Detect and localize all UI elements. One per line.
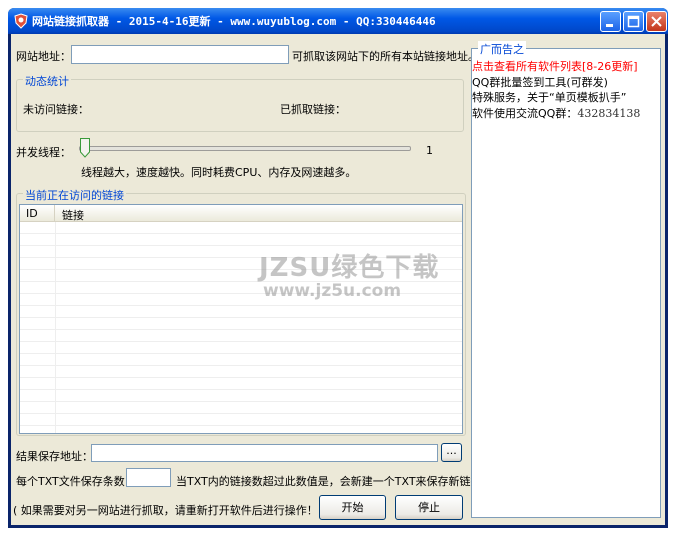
list-row	[20, 402, 462, 414]
url-label: 网站地址：	[16, 50, 71, 63]
column-divider	[55, 306, 56, 318]
column-divider	[55, 270, 56, 282]
browse-button[interactable]: ...	[441, 443, 462, 462]
column-header-link[interactable]: 链接	[56, 205, 462, 222]
watermark-title: JZSU绿色下载	[259, 253, 440, 283]
column-divider	[55, 390, 56, 402]
ad-qq-line: 软件使用交流QQ群：432834138	[472, 105, 640, 121]
stats-group: 动态统计 未访问链接： 已抓取链接：	[16, 73, 464, 132]
column-header-id[interactable]: ID	[20, 205, 55, 221]
ad-link-3[interactable]: 特殊服务，关于“单页模板扒手”	[472, 89, 626, 105]
ad-link-2[interactable]: QQ群批量签到工具(可群发)	[472, 74, 608, 90]
column-divider	[55, 318, 56, 330]
column-divider	[55, 402, 56, 414]
stats-legend: 动态统计	[23, 73, 71, 89]
list-row	[20, 234, 462, 246]
url-input[interactable]	[71, 45, 289, 64]
list-row	[20, 426, 462, 433]
client-area: 网站地址： 可抓取该网站下的所有本站链接地址。 动态统计 未访问链接： 已抓取链…	[11, 34, 665, 525]
column-divider	[55, 426, 56, 433]
column-divider	[55, 234, 56, 246]
slider-track	[79, 146, 411, 151]
app-shield-icon	[14, 13, 28, 29]
column-divider	[55, 330, 56, 342]
column-divider	[55, 354, 56, 366]
column-divider	[55, 282, 56, 294]
threads-label: 并发线程：	[16, 146, 71, 159]
threads-note: 线程越大，速度越快。同时耗费CPU、内存及网速越多。	[81, 166, 357, 179]
slider-thumb[interactable]	[80, 138, 90, 158]
start-button[interactable]: 开始	[319, 495, 386, 520]
threads-slider[interactable]	[79, 137, 411, 159]
close-icon	[651, 16, 662, 27]
column-divider	[55, 414, 56, 426]
ad-qq-label: 软件使用交流QQ群：	[472, 107, 578, 120]
footer-note: ( 如果需要对另一网站进行抓取，请重新打开软件后进行操作！ )	[13, 504, 326, 517]
current-links-legend: 当前正在访问的链接	[23, 187, 126, 203]
title-bar[interactable]: 网站链接抓取器 - 2015-4-16更新 - www.wuyublog.com…	[8, 8, 668, 34]
list-row	[20, 390, 462, 402]
column-divider	[55, 378, 56, 390]
txt-count-note: 当TXT内的链接数超过此数值是，会新建一个TXT来保存新链接。	[176, 475, 493, 488]
txt-count-input[interactable]	[126, 468, 171, 487]
column-divider	[55, 366, 56, 378]
ad-link-1[interactable]: 点击查看所有软件列表[8-26更新]	[472, 58, 638, 74]
stop-button[interactable]: 停止	[395, 495, 463, 520]
list-row	[20, 306, 462, 318]
unvisited-label: 未访问链接：	[23, 103, 89, 116]
threads-value: 1	[426, 144, 433, 157]
ad-panel: 广而告之 点击查看所有软件列表[8-26更新] QQ群批量签到工具(可群发) 特殊服…	[471, 41, 661, 518]
list-row	[20, 318, 462, 330]
list-row	[20, 378, 462, 390]
list-row	[20, 366, 462, 378]
list-row	[20, 222, 462, 234]
column-divider	[55, 342, 56, 354]
column-divider	[55, 246, 56, 258]
close-button[interactable]	[646, 11, 667, 32]
ad-qq-number: 432834138	[577, 107, 641, 120]
listview-header: ID 链接	[20, 205, 462, 222]
list-row	[20, 354, 462, 366]
window-title: 网站链接抓取器 - 2015-4-16更新 - www.wuyublog.com…	[32, 15, 436, 28]
list-row	[20, 414, 462, 426]
watermark-url: www.jz5u.com	[263, 281, 402, 301]
column-divider	[55, 222, 56, 234]
ad-legend: 广而告之	[478, 41, 526, 57]
save-path-label: 结果保存地址：	[16, 450, 93, 463]
txt-count-label: 每个TXT文件保存条数：	[16, 475, 136, 488]
save-path-input[interactable]	[91, 444, 438, 462]
column-divider	[55, 258, 56, 270]
maximize-button[interactable]	[623, 11, 644, 32]
url-hint: 可抓取该网站下的所有本站链接地址。	[292, 50, 479, 63]
minimize-button[interactable]	[600, 11, 621, 32]
app-window: 网站链接抓取器 - 2015-4-16更新 - www.wuyublog.com…	[8, 8, 668, 528]
list-row	[20, 330, 462, 342]
list-row	[20, 342, 462, 354]
fetched-label: 已抓取链接：	[280, 103, 346, 116]
links-listview[interactable]: ID 链接	[19, 204, 463, 434]
maximize-icon	[627, 15, 640, 28]
minimize-icon	[606, 24, 613, 27]
column-divider	[55, 294, 56, 306]
